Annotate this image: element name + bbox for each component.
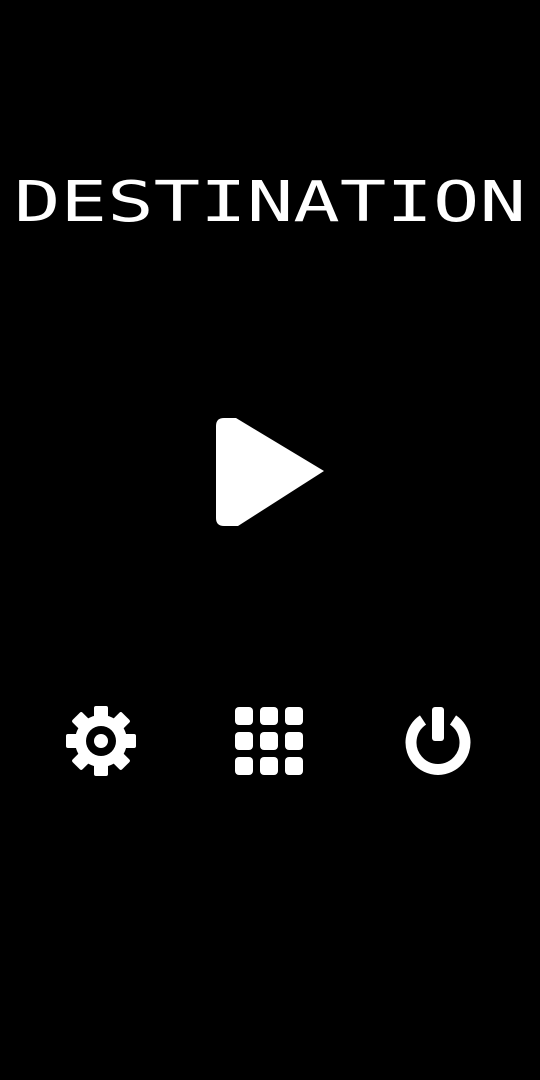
game-title: DESTINATION [14, 170, 526, 235]
power-icon [405, 707, 471, 775]
title-logo: DESTINATION [14, 170, 526, 235]
grid-icon [235, 707, 303, 775]
title-container: DESTINATION [0, 170, 540, 236]
play-button[interactable] [210, 412, 330, 532]
game-screen: DESTINATION [0, 0, 540, 1080]
gear-icon [66, 706, 136, 776]
levels-button[interactable] [232, 704, 306, 778]
play-icon [216, 418, 324, 526]
quit-button[interactable] [401, 704, 475, 778]
settings-button[interactable] [64, 704, 138, 778]
